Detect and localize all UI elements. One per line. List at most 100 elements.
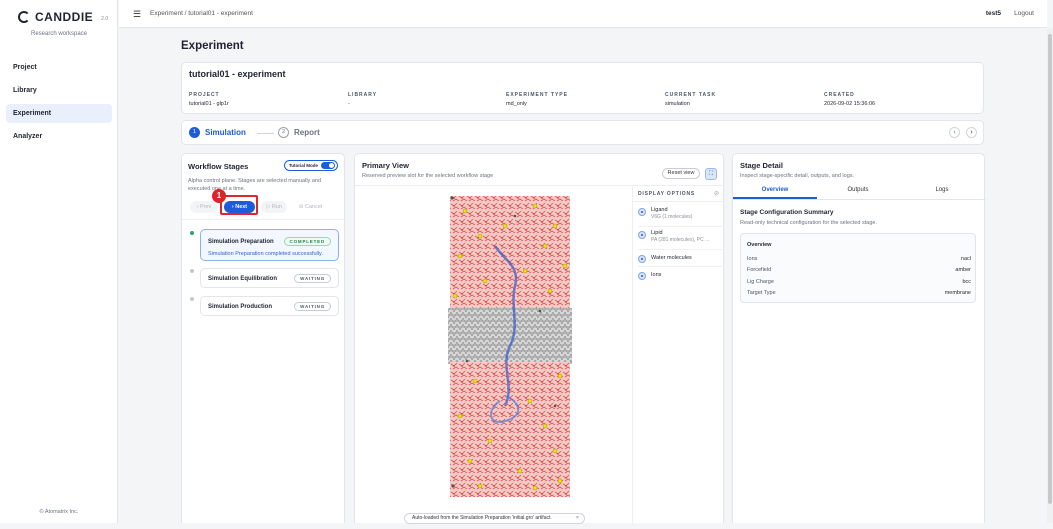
primary-view-panel: Primary View Reserved preview slot for t… — [354, 153, 725, 524]
meta-label: EXPERIMENT TYPE — [506, 92, 568, 98]
timeline-dot — [190, 269, 194, 273]
panel-title: Workflow Stages — [188, 162, 249, 171]
config-row-ions: Ions nacl — [747, 256, 971, 262]
divider — [638, 266, 722, 267]
fullscreen-icon[interactable]: ⛶ — [705, 168, 717, 180]
experiment-card: tutorial01 - experiment PROJECT tutorial… — [181, 62, 984, 114]
option-label: Ligand — [651, 207, 668, 213]
timeline-dot — [190, 231, 194, 235]
cancel-button[interactable]: ⊘ Cancel — [294, 201, 327, 213]
stage-simulation-preparation[interactable]: Simulation Preparation COMPLETED Simulat… — [200, 229, 339, 261]
panel-title: Primary View — [362, 161, 409, 170]
step-number[interactable]: 2 — [278, 127, 289, 138]
eye-icon[interactable] — [638, 255, 646, 263]
status-badge: WAITING — [294, 302, 331, 311]
option-subtext: PA (281 molecules), PC ... — [651, 237, 710, 243]
tab-overview[interactable]: Overview — [739, 187, 811, 193]
close-icon[interactable]: × — [576, 514, 579, 523]
toggle-switch[interactable] — [321, 162, 335, 169]
meta-value: - — [348, 101, 350, 107]
tutorial-mode-toggle[interactable]: Tutorial Mode — [283, 160, 338, 171]
config-value: nacl — [960, 256, 971, 262]
sidebar-item-analyzer[interactable]: Analyzer — [6, 127, 112, 146]
meta-project: PROJECT tutorial01 - glp1r — [189, 92, 229, 107]
summary-subtitle: Read-only technical configuration for th… — [740, 220, 877, 226]
stage-simulation-equilibration[interactable]: Simulation Equilibration WAITING — [200, 268, 339, 288]
config-row-forcefield: Forcefield amber — [747, 267, 971, 273]
meta-label: CURRENT TASK — [665, 92, 717, 98]
meta-value: tutorial01 - glp1r — [189, 101, 229, 107]
chevron-right-icon[interactable]: › — [966, 127, 977, 138]
status-badge: COMPLETED — [283, 237, 331, 246]
step-connector — [257, 133, 274, 134]
eye-icon[interactable] — [638, 272, 646, 280]
workflow-stages-panel: Workflow Stages Tutorial Mode Alpha cont… — [181, 153, 346, 523]
panel-description: Alpha control plane. Stages are selected… — [188, 178, 322, 192]
scrollbar[interactable] — [1047, 28, 1053, 523]
molecule-render[interactable] — [355, 186, 632, 524]
app-logo[interactable]: CANDDIE 2.0 — [18, 10, 108, 24]
top-bar: ☰ Experiment / tutorial01 - experiment t… — [119, 0, 1047, 28]
experiment-name: tutorial01 - experiment — [189, 69, 286, 79]
divider — [182, 219, 346, 220]
run-button[interactable]: ▷ Run — [261, 201, 287, 213]
eye-icon[interactable] — [638, 208, 646, 216]
molecule-viewer[interactable] — [355, 186, 632, 524]
chevron-left-icon[interactable]: ‹ — [949, 127, 960, 138]
copyright: © Atomatrix Inc. — [39, 509, 79, 515]
panel-subtitle: Inspect stage-specific detail, outputs, … — [740, 173, 855, 179]
step-simulation[interactable]: Simulation — [205, 128, 246, 137]
water-region-top — [450, 196, 570, 316]
divider — [633, 201, 725, 202]
meta-created: CREATED 2026-09-02 15:36:06 — [824, 92, 875, 107]
config-key: Ions — [747, 256, 758, 262]
prev-button[interactable]: ‹ Prev — [190, 201, 218, 213]
step-report[interactable]: Report — [294, 128, 320, 137]
option-ligand[interactable]: Ligand V6G (1 molecules) — [638, 207, 722, 223]
hide-icon[interactable]: ⊘ — [714, 190, 719, 197]
logout-button[interactable]: Logout — [1014, 10, 1034, 17]
sidebar-item-library[interactable]: Library — [6, 81, 112, 100]
toast-message: Auto-loaded from the Simulation Preparat… — [412, 515, 552, 521]
workspace-label: Research workspace — [30, 31, 88, 37]
option-water[interactable]: Water molecules — [638, 254, 722, 264]
sidebar-item-experiment[interactable]: Experiment — [6, 104, 112, 123]
sidebar-item-project[interactable]: Project — [6, 58, 112, 77]
step-number[interactable]: 1 — [189, 127, 200, 138]
config-value: membrane — [944, 290, 971, 296]
meta-value: 2026-09-02 15:36:06 — [824, 101, 876, 107]
stage-name: Simulation Preparation — [208, 239, 274, 245]
breadcrumb: Experiment / tutorial01 - experiment — [150, 10, 253, 17]
option-lipid[interactable]: Lipid PA (281 molecules), PC ... — [638, 230, 722, 246]
meta-label: LIBRARY — [348, 92, 378, 98]
stage-name: Simulation Equilibration — [208, 276, 277, 282]
meta-library: LIBRARY - — [348, 92, 377, 107]
config-row-lig-charge: Lig Charge bcc — [747, 279, 971, 285]
page-title: Experiment — [181, 40, 244, 52]
timeline-dot — [190, 297, 194, 301]
config-key: Target Type — [747, 290, 776, 296]
option-ions[interactable]: Ions — [638, 271, 722, 281]
stage-detail-panel: Stage Detail Inspect stage-specific deta… — [732, 153, 986, 523]
app-version: 2.0 — [101, 16, 109, 22]
meta-label: CREATED — [824, 92, 855, 98]
tab-logs[interactable]: Logs — [906, 187, 978, 193]
logo-icon — [18, 11, 30, 23]
divider — [638, 226, 722, 227]
tab-outputs[interactable]: Outputs — [822, 187, 894, 193]
app-name: CANDDIE — [35, 10, 94, 24]
divider — [733, 199, 986, 200]
option-label: Ions — [651, 272, 662, 278]
scrollbar-thumb[interactable] — [1048, 34, 1052, 504]
config-value: amber — [955, 267, 971, 273]
menu-icon[interactable]: ☰ — [133, 9, 141, 20]
tutorial-mode-label: Tutorial Mode — [288, 163, 318, 168]
reset-view-button[interactable]: Reset view — [662, 168, 700, 179]
divider — [638, 249, 722, 250]
display-options-title: DISPLAY OPTIONS — [638, 191, 696, 197]
meta-value: md_only — [506, 101, 527, 107]
option-subtext: V6G (1 molecules) — [651, 214, 693, 220]
eye-icon[interactable] — [638, 231, 646, 239]
overview-box: Overview Ions nacl Forcefield amber Lig … — [740, 233, 976, 303]
stage-simulation-production[interactable]: Simulation Production WAITING — [200, 296, 339, 316]
